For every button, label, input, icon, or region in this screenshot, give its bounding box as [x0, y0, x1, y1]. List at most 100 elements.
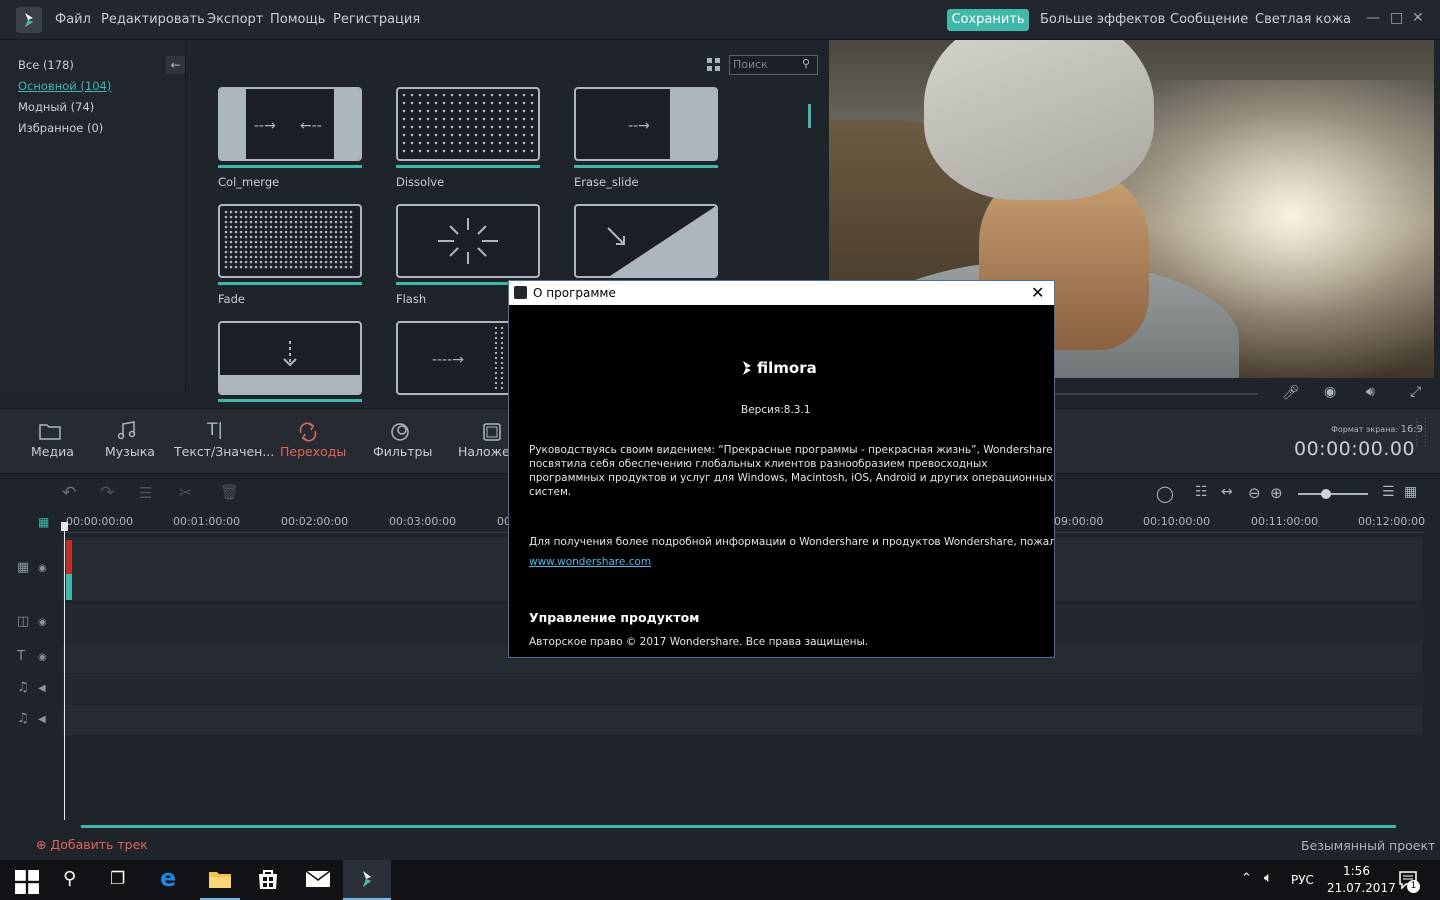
menu-help[interactable]: Помощь	[270, 12, 325, 27]
aspect-ratio-label: Формат экрана: 16:9	[1331, 424, 1424, 435]
copyright-text: Авторское право © 2017 Wondershare. Все …	[529, 636, 869, 648]
render-icon[interactable]: ◯	[1156, 484, 1174, 503]
overlay-icon	[483, 423, 501, 441]
dialog-titlebar[interactable]: О программе ✕	[509, 281, 1054, 305]
collapse-arrow-icon[interactable]: ←	[166, 56, 185, 74]
ruler-tick: 09:00:00	[1054, 515, 1104, 528]
category-trendy[interactable]: Модный (74)	[18, 100, 94, 114]
transition-label: Col_merge	[218, 175, 280, 189]
category-all[interactable]: Все (178)	[18, 58, 74, 72]
undo-icon[interactable]: ↶	[62, 483, 76, 503]
speaker-icon[interactable]: ◀	[38, 683, 46, 694]
close-icon[interactable]: ✕	[1412, 10, 1424, 26]
adjust-icon[interactable]: ☰	[139, 484, 152, 502]
zoom-slider[interactable]	[1298, 493, 1368, 495]
product-heading: Управление продуктом	[529, 610, 700, 625]
menu-edit[interactable]: Редактировать	[101, 12, 205, 27]
language-indicator[interactable]: РУС	[1291, 873, 1314, 887]
tab-media[interactable]: Медиа	[31, 444, 74, 459]
audio-track-1[interactable]	[62, 673, 1422, 704]
tab-text[interactable]: Текст/Значен...	[174, 444, 274, 459]
zoom-slider-handle[interactable]	[1321, 489, 1331, 499]
transition-diagonal[interactable]	[574, 204, 718, 278]
ruler-tick: 00:02:00:00	[281, 515, 349, 528]
clip-marker[interactable]	[66, 540, 72, 574]
audio-track-icon: ♫	[17, 680, 29, 695]
windows-start-icon[interactable]	[14, 870, 40, 894]
search-icon[interactable]: ⚲	[63, 868, 76, 889]
volume-icon[interactable]: 🔊︎	[1366, 384, 1375, 400]
speaker-icon[interactable]: ◀	[38, 714, 46, 725]
music-icon	[117, 421, 136, 440]
timeline-scrollbar[interactable]	[81, 825, 1396, 828]
dialog-close-icon[interactable]: ✕	[1031, 283, 1044, 302]
skin-toggle[interactable]: Светлая кожа	[1255, 12, 1351, 27]
audio-mixer-icon[interactable]: ☷	[1195, 484, 1208, 500]
mail-icon[interactable]	[305, 870, 331, 888]
overlay-track-icon: ◫	[17, 614, 30, 629]
maximize-icon[interactable]: □	[1390, 10, 1403, 26]
eye-icon[interactable]: ◉	[38, 652, 47, 663]
playhead[interactable]	[64, 524, 65, 820]
playhead-handle[interactable]	[61, 522, 68, 531]
tray-expand-icon[interactable]: ⌃	[1241, 871, 1252, 886]
cut-icon[interactable]: ✂	[179, 483, 192, 502]
audio-track-2[interactable]	[62, 704, 1422, 735]
grid-layout-icon[interactable]: ▦	[1404, 484, 1417, 500]
tab-transitions[interactable]: Переходы	[280, 444, 346, 459]
eye-icon[interactable]: ◉	[38, 617, 47, 628]
menu-file[interactable]: Файл	[55, 12, 91, 27]
grid-scrollbar[interactable]	[808, 104, 811, 128]
eye-icon[interactable]: ◉	[38, 563, 47, 574]
fit-icon[interactable]: ↔	[1221, 484, 1233, 500]
volume-tray-icon[interactable]: 🔈︎	[1264, 870, 1272, 886]
svg-text:--→: --→	[628, 118, 650, 134]
svg-text:--→: --→	[254, 118, 276, 134]
grid-view-icon[interactable]	[707, 58, 720, 71]
plus-icon: ⊕	[36, 837, 47, 852]
filmora-taskbar-icon	[363, 871, 371, 887]
fullscreen-icon[interactable]: ⤢	[1410, 384, 1421, 400]
clock-time[interactable]: 1:56	[1343, 864, 1370, 878]
task-view-icon[interactable]: ❐	[110, 869, 125, 889]
transition-dissolve[interactable]	[396, 87, 540, 161]
edge-browser-icon[interactable]: e	[160, 864, 176, 892]
transition-erase-slide[interactable]: --→	[574, 87, 718, 161]
wondershare-link[interactable]: www.wondershare.com	[529, 555, 651, 569]
drag-handle-icon[interactable]: ⋮⋮ ⋮⋮ ⋮⋮	[1412, 418, 1430, 448]
preview-scrubber[interactable]	[1054, 393, 1258, 395]
zoom-out-icon[interactable]: ⊖	[1248, 484, 1261, 502]
menu-export[interactable]: Экспорт	[207, 12, 263, 27]
snap-icon[interactable]: ▦	[38, 515, 49, 529]
ruler-tick: 00:11:00:00	[1251, 515, 1319, 528]
clip-marker[interactable]	[66, 574, 72, 600]
menu-register[interactable]: Регистрация	[333, 12, 420, 27]
file-explorer-icon[interactable]	[208, 869, 232, 889]
save-button[interactable]: Сохранить	[947, 9, 1029, 31]
store-icon[interactable]	[256, 867, 280, 891]
more-effects-link[interactable]: Больше эффектов	[1040, 12, 1165, 27]
transition-slide-down[interactable]	[218, 321, 362, 395]
add-track-button[interactable]: ⊕ Добавить трек	[36, 837, 148, 852]
message-link[interactable]: Сообщение	[1170, 12, 1248, 27]
redo-icon[interactable]: ↷	[100, 483, 114, 503]
camera-icon[interactable]: ◉	[1324, 384, 1336, 400]
list-view-icon[interactable]: ☰	[1382, 484, 1395, 500]
category-favorites[interactable]: Избранное (0)	[18, 121, 103, 135]
clock-date[interactable]: 21.07.2017	[1327, 881, 1396, 895]
ruler-tick: 00:10:00:00	[1143, 515, 1211, 528]
tab-music[interactable]: Музыка	[105, 444, 155, 459]
search-icon[interactable]: ⚲	[802, 57, 810, 70]
category-basic[interactable]: Основной (104)	[18, 79, 111, 93]
tab-filters[interactable]: Фильтры	[373, 444, 432, 459]
transition-fade[interactable]	[218, 204, 362, 278]
delete-icon[interactable]: 🗑︎	[220, 483, 239, 501]
svg-text:----→: ----→	[432, 352, 464, 368]
zoom-in-icon[interactable]: ⊕	[1270, 484, 1283, 502]
transition-col-merge[interactable]: --→ ←--	[218, 87, 362, 161]
minimize-icon[interactable]: —	[1366, 10, 1380, 26]
transitions-icon	[299, 422, 317, 442]
microphone-icon[interactable]: 🎤︎	[1282, 385, 1300, 401]
filters-icon	[391, 423, 409, 441]
transition-flash[interactable]	[396, 204, 540, 278]
